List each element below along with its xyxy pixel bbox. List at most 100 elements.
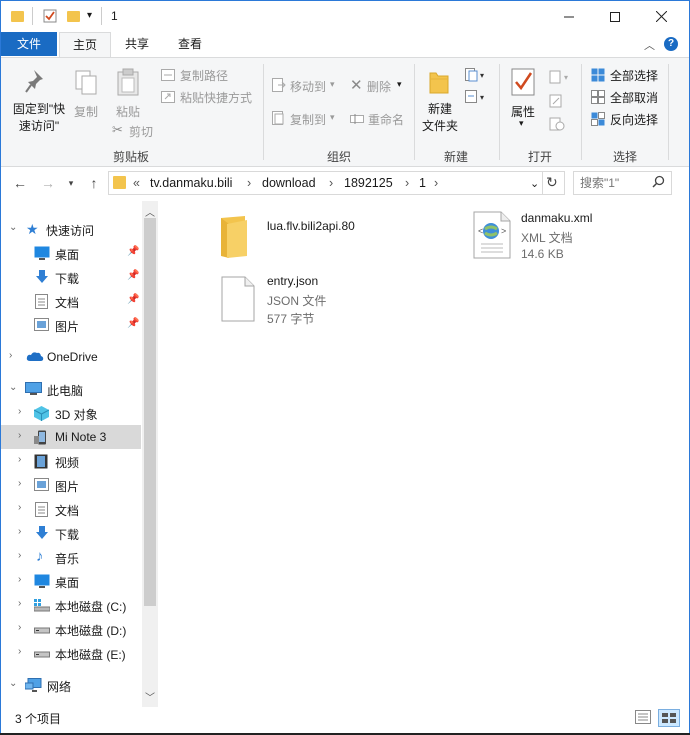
chevron-right-icon[interactable]: › — [18, 646, 21, 657]
pin-icon[interactable]: 📌 — [127, 294, 139, 305]
rename-icon — [350, 113, 364, 127]
chevron-down-icon[interactable]: ⌄ — [9, 678, 17, 689]
up-arrow-icon[interactable]: ↑ — [84, 173, 104, 193]
paste-button[interactable]: 粘贴 — [116, 103, 140, 120]
nav-item-this-pc[interactable]: ⌄ 此电脑 — [1, 377, 141, 401]
forward-arrow-icon[interactable]: → — [38, 173, 58, 193]
new-folder-quick-icon[interactable] — [67, 9, 81, 23]
customize-quick-access-icon[interactable]: ▾ — [87, 10, 92, 21]
nav-item-pictures[interactable]: 图片 📌 — [1, 313, 141, 337]
help-icon[interactable]: ? — [664, 37, 678, 51]
nav-scrollbar[interactable]: ︿ ﹀ — [142, 201, 158, 707]
title-bar: ▾ 1 — [1, 1, 689, 32]
collapse-ribbon-icon[interactable]: ︿ — [644, 37, 655, 53]
edit-icon[interactable] — [549, 94, 563, 111]
nav-item-desktop[interactable]: 桌面 📌 — [1, 241, 141, 265]
nav-item-quick-access[interactable]: ⌄ ★ 快速访问 — [1, 217, 141, 241]
minimize-button[interactable] — [546, 1, 592, 32]
select-all-button[interactable]: 全部选择 — [610, 67, 658, 84]
breadcrumb-item[interactable]: tv.danmaku.bili — [150, 176, 232, 190]
new-item-icon[interactable]: ▾ — [465, 68, 487, 85]
nav-item-documents[interactable]: 文档 📌 — [1, 289, 141, 313]
copy-to-button[interactable]: 复制到 — [290, 111, 326, 128]
details-view-icon[interactable] — [635, 710, 651, 727]
pin-to-quick-access-button[interactable]: 固定到"快 速访问" — [10, 101, 68, 135]
nav-item-drive-d[interactable]: › 本地磁盘 (D:) — [1, 617, 141, 641]
nav-item-drive-c[interactable]: › 本地磁盘 (C:) — [1, 593, 141, 617]
chevron-right-icon[interactable]: › — [18, 550, 21, 561]
tab-view[interactable]: 查看 — [165, 32, 215, 56]
cut-button[interactable]: 剪切 — [129, 123, 153, 140]
paste-shortcut-button[interactable]: 粘贴快捷方式 — [180, 89, 252, 106]
chevron-right-icon[interactable]: › — [18, 598, 21, 609]
chevron-right-icon[interactable]: › — [18, 502, 21, 513]
breadcrumb-item[interactable]: 1 — [419, 176, 426, 190]
search-box[interactable] — [573, 171, 672, 195]
chevron-right-icon[interactable]: › — [18, 622, 21, 633]
select-none-button[interactable]: 全部取消 — [610, 89, 658, 106]
nav-item-drive-e[interactable]: › 本地磁盘 (E:) — [1, 641, 141, 665]
file-item[interactable]: lua.flv.bili2api.80 — [215, 209, 415, 261]
breadcrumb-separator-icon[interactable]: › — [329, 176, 333, 190]
file-item[interactable]: < > danmaku.xml XML 文档 14.6 KB — [468, 205, 668, 265]
desktop-icon — [34, 246, 50, 260]
nav-item-pc-pictures[interactable]: › 图片 — [1, 473, 141, 497]
nav-item-mi-note-3[interactable]: › Mi Note 3 — [1, 425, 141, 449]
search-input[interactable] — [578, 174, 648, 192]
recent-locations-icon[interactable]: ▾ — [61, 173, 81, 193]
move-to-button[interactable]: 移动到 — [290, 78, 326, 95]
chevron-right-icon[interactable]: › — [18, 478, 21, 489]
scroll-up-icon[interactable]: ︿ — [145, 204, 155, 219]
nav-item-music[interactable]: › ♪ 音乐 — [1, 545, 141, 569]
properties-quick-icon[interactable] — [43, 9, 57, 23]
breadcrumb-overflow[interactable]: « — [133, 176, 140, 190]
nav-item-videos[interactable]: › 视频 — [1, 449, 141, 473]
easy-access-icon[interactable]: ▾ — [465, 90, 487, 107]
nav-item-network[interactable]: ⌄ 网络 — [1, 673, 141, 697]
breadcrumb-item[interactable]: 1892125 — [344, 176, 393, 190]
address-dropdown-icon[interactable]: ⌄ — [530, 177, 539, 190]
scrollbar-thumb[interactable] — [144, 218, 156, 606]
delete-button[interactable]: 删除 — [367, 78, 391, 95]
breadcrumb-separator-icon[interactable]: › — [434, 176, 438, 190]
maximize-button[interactable] — [592, 1, 638, 32]
rename-button[interactable]: 重命名 — [368, 111, 404, 128]
pin-icon[interactable]: 📌 — [127, 318, 139, 329]
close-button[interactable] — [638, 1, 684, 32]
chevron-right-icon[interactable]: › — [18, 526, 21, 537]
tab-file[interactable]: 文件 — [1, 32, 57, 56]
address-bar[interactable]: « tv.danmaku.bili › download › 1892125 ›… — [108, 171, 565, 195]
pin-icon[interactable]: 📌 — [127, 270, 139, 281]
invert-selection-button[interactable]: 反向选择 — [610, 111, 658, 128]
nav-item-pc-desktop[interactable]: › 桌面 — [1, 569, 141, 593]
back-arrow-icon[interactable]: ← — [10, 173, 30, 193]
nav-item-pc-downloads[interactable]: › 下载 — [1, 521, 141, 545]
scroll-down-icon[interactable]: ﹀ — [145, 689, 155, 704]
pin-icon[interactable]: 📌 — [127, 246, 139, 257]
refresh-icon[interactable]: ↻ — [546, 174, 558, 191]
chevron-down-icon[interactable]: ⌄ — [9, 382, 17, 393]
breadcrumb-separator-icon[interactable]: › — [405, 176, 409, 190]
copy-button[interactable]: 复制 — [74, 103, 98, 120]
chevron-right-icon[interactable]: › — [18, 406, 21, 417]
chevron-right-icon[interactable]: › — [18, 574, 21, 585]
nav-item-3d-objects[interactable]: › 3D 对象 — [1, 401, 141, 425]
history-icon[interactable] — [549, 117, 565, 134]
tab-share[interactable]: 共享 — [113, 32, 161, 56]
chevron-down-icon[interactable]: ⌄ — [9, 222, 17, 233]
file-item[interactable]: entry.json JSON 文件 577 字节 — [215, 271, 415, 327]
chevron-right-icon[interactable]: › — [18, 430, 21, 441]
chevron-right-icon[interactable]: › — [9, 350, 12, 361]
breadcrumb-separator-icon[interactable]: › — [247, 176, 251, 190]
breadcrumb-item[interactable]: download — [262, 176, 316, 190]
nav-item-pc-documents[interactable]: › 文档 — [1, 497, 141, 521]
search-icon[interactable] — [652, 175, 665, 191]
new-folder-button[interactable]: 新建 文件夹 — [422, 101, 458, 135]
tiles-view-icon[interactable] — [658, 709, 680, 727]
nav-item-downloads[interactable]: 下载 📌 — [1, 265, 141, 289]
open-icon[interactable]: ▾ — [549, 70, 575, 87]
nav-item-onedrive[interactable]: › OneDrive — [1, 345, 141, 369]
tab-home[interactable]: 主页 — [59, 32, 111, 58]
copy-path-button[interactable]: 复制路径 — [180, 67, 228, 84]
chevron-right-icon[interactable]: › — [18, 454, 21, 465]
